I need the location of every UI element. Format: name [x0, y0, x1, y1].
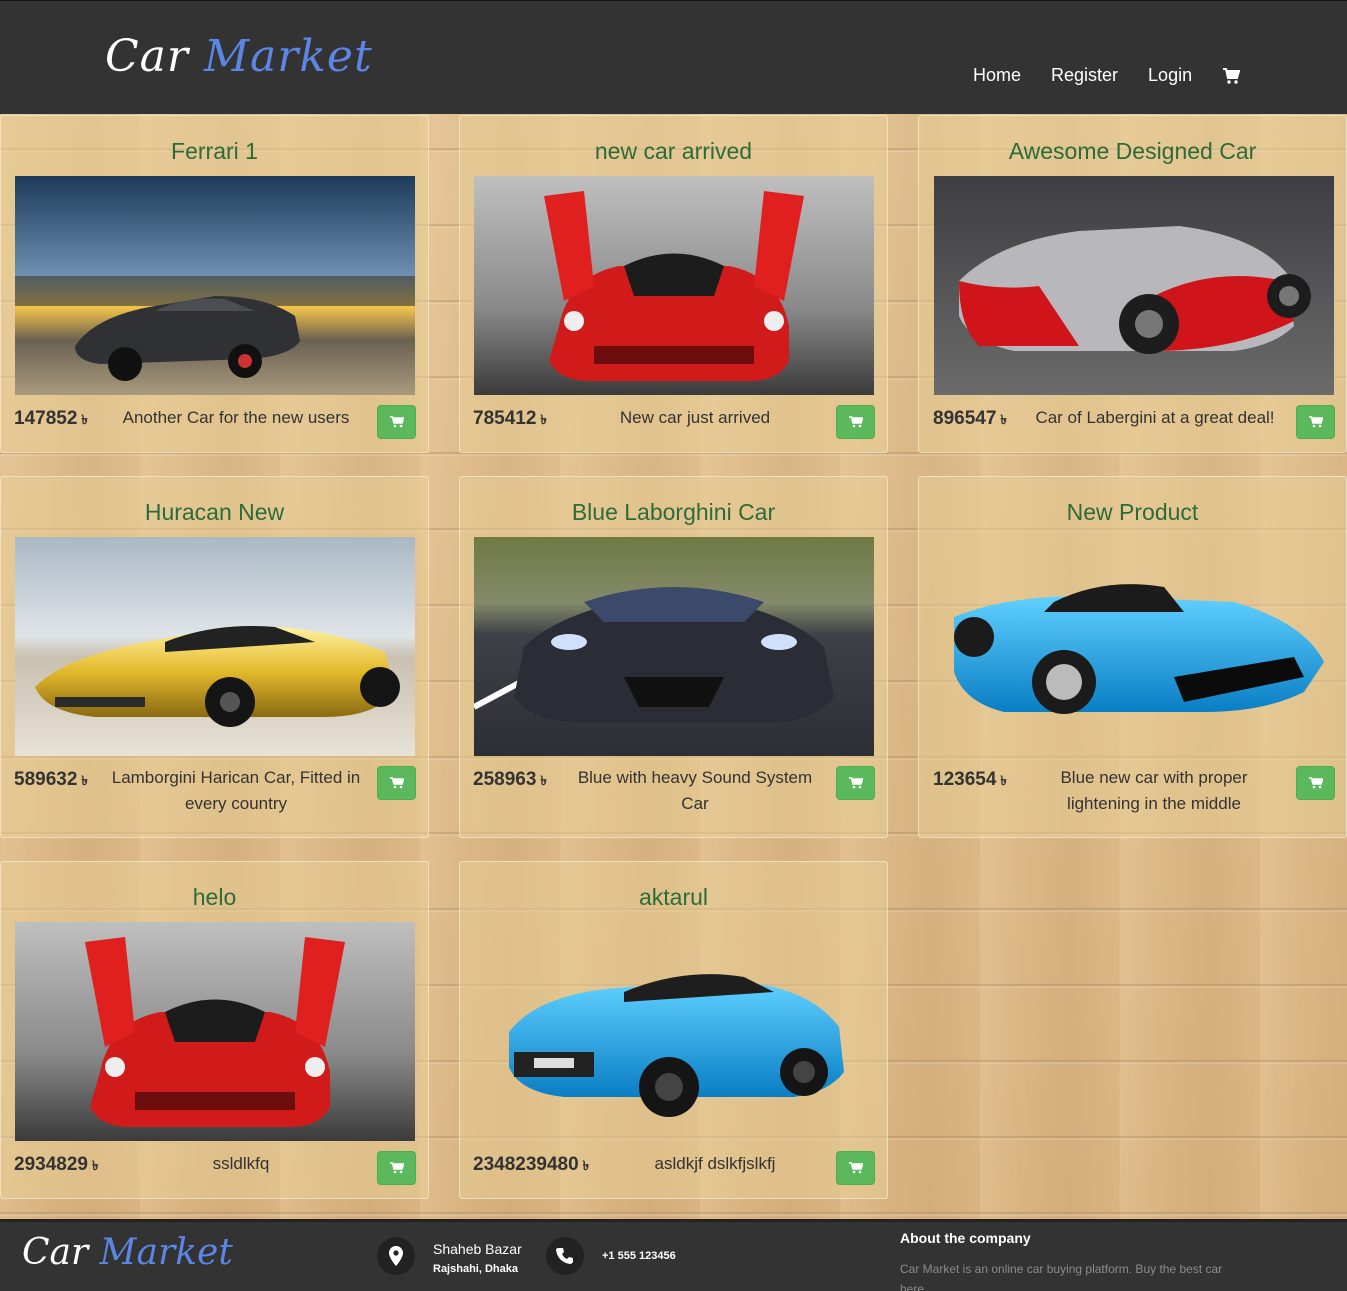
product-image[interactable] — [15, 922, 415, 1141]
brand-part2: Market — [203, 31, 373, 82]
cart-icon — [1308, 777, 1323, 789]
product-image[interactable] — [474, 176, 874, 395]
add-to-cart-button[interactable] — [836, 1151, 875, 1185]
product-title[interactable]: helo — [1, 884, 428, 911]
product-description: New car just arrived — [619, 408, 771, 427]
address-line2: Rajshahi, Dhaka — [433, 1263, 518, 1275]
product-price: 896547 ৳ — [933, 408, 1007, 432]
product-image[interactable] — [474, 537, 874, 756]
nav-login-link[interactable]: Login — [1148, 65, 1192, 86]
taka-symbol: ৳ — [91, 1158, 99, 1173]
product-description: Blue new car with proper lightening in t… — [1060, 768, 1248, 813]
product-description: ssldlkfq — [212, 1154, 270, 1173]
phone-icon — [546, 1237, 584, 1275]
price-value: 123654 — [933, 769, 997, 790]
price-value: 785412 — [473, 408, 537, 429]
product-price: 147852 ৳ — [14, 408, 88, 432]
price-value: 589632 — [14, 769, 78, 790]
add-to-cart-button[interactable] — [377, 1151, 416, 1185]
nav-register-link[interactable]: Register — [1051, 65, 1118, 86]
taka-symbol: ৳ — [540, 773, 547, 788]
taka-symbol: ৳ — [81, 412, 88, 427]
product-title[interactable]: Blue Laborghini Car — [460, 499, 887, 526]
map-marker-icon — [377, 1237, 415, 1275]
footer: Car Market Shaheb Bazar Rajshahi, Dhaka … — [0, 1219, 1347, 1291]
cart-icon — [848, 777, 863, 789]
price-value: 2934829 — [14, 1154, 88, 1175]
product-card: new car arrived 785412 ৳ New car just arr… — [459, 115, 888, 453]
product-price: 2348239480 ৳ — [473, 1154, 589, 1178]
cart-icon — [848, 1162, 863, 1174]
brand-part1: Car — [105, 31, 189, 82]
add-to-cart-button[interactable] — [377, 405, 416, 439]
footer-brand-logo[interactable]: Car Market — [22, 1232, 233, 1273]
footer-brand-part2: Market — [99, 1232, 233, 1273]
product-card: Ferrari 1 147852 ৳ Another Car for the ne… — [0, 115, 429, 453]
shopping-cart-icon[interactable] — [1222, 67, 1241, 85]
product-card: aktarul 2348239480 ৳ asldkjf dslkfjslkfj — [459, 861, 888, 1199]
phone-number[interactable]: +1 555 123456 — [602, 1250, 676, 1262]
product-price: 785412 ৳ — [473, 408, 547, 432]
taka-symbol: ৳ — [81, 773, 88, 788]
add-to-cart-button[interactable] — [377, 766, 416, 800]
about-text: Car Market is an online car buying platf… — [900, 1262, 1223, 1291]
product-title[interactable]: Ferrari 1 — [1, 138, 428, 165]
cart-icon — [389, 416, 404, 428]
price-value: 147852 — [14, 408, 78, 429]
taka-symbol: ৳ — [540, 412, 547, 427]
product-card: Huracan New 589632 ৳ Lamborgini Harican C… — [0, 476, 429, 838]
product-card: New Product 123654 ৳ Blue new car with pr… — [918, 476, 1347, 838]
price-value: 896547 — [933, 408, 997, 429]
product-title[interactable]: Huracan New — [1, 499, 428, 526]
product-price: 258963 ৳ — [473, 769, 547, 793]
product-image[interactable] — [15, 176, 415, 395]
add-to-cart-button[interactable] — [836, 405, 875, 439]
brand-logo[interactable]: Car Market — [105, 31, 373, 82]
product-description: Another Car for the new users — [122, 408, 350, 427]
cart-icon — [389, 777, 404, 789]
add-to-cart-button[interactable] — [1296, 766, 1335, 800]
add-to-cart-button[interactable] — [836, 766, 875, 800]
product-title[interactable]: new car arrived — [460, 138, 887, 165]
cart-icon — [848, 416, 863, 428]
product-description: Car of Labergini at a great deal! — [1035, 408, 1275, 427]
product-price: 2934829 ৳ — [14, 1154, 98, 1178]
footer-brand-part1: Car — [22, 1232, 89, 1273]
taka-symbol: ৳ — [1000, 412, 1007, 427]
nav-home-link[interactable]: Home — [973, 65, 1021, 86]
product-description: asldkjf dslkfjslkfj — [654, 1154, 776, 1173]
product-image[interactable] — [474, 922, 874, 1141]
product-title[interactable]: New Product — [919, 499, 1346, 526]
cart-icon — [389, 1162, 404, 1174]
price-value: 2348239480 — [473, 1154, 579, 1175]
product-image[interactable] — [15, 537, 415, 756]
navbar: Car Market Home Register Login — [0, 0, 1347, 114]
product-price: 589632 ৳ — [14, 769, 88, 793]
product-image[interactable] — [934, 176, 1334, 395]
product-price: 123654 ৳ — [933, 769, 1007, 793]
main-nav: Home Register Login — [973, 65, 1241, 86]
cart-icon — [1308, 416, 1323, 428]
product-title[interactable]: aktarul — [460, 884, 887, 911]
product-image[interactable] — [934, 537, 1334, 756]
product-description: Blue with heavy Sound System Car — [577, 768, 813, 813]
taka-symbol: ৳ — [582, 1158, 590, 1173]
taka-symbol: ৳ — [1000, 773, 1007, 788]
product-title[interactable]: Awesome Designed Car — [919, 138, 1346, 165]
address-line1: Shaheb Bazar — [433, 1241, 522, 1257]
product-description: Lamborgini Harican Car, Fitted in every … — [111, 768, 361, 813]
product-card: Blue Laborghini Car 258963 ৳ Blue with he… — [459, 476, 888, 838]
about-title: About the company — [900, 1230, 1031, 1246]
product-card: helo 2934829 ৳ ssldlkfq — [0, 861, 429, 1199]
add-to-cart-button[interactable] — [1296, 405, 1335, 439]
product-card: Awesome Designed Car 896547 ৳ Car of Labe… — [918, 115, 1347, 453]
price-value: 258963 — [473, 769, 537, 790]
